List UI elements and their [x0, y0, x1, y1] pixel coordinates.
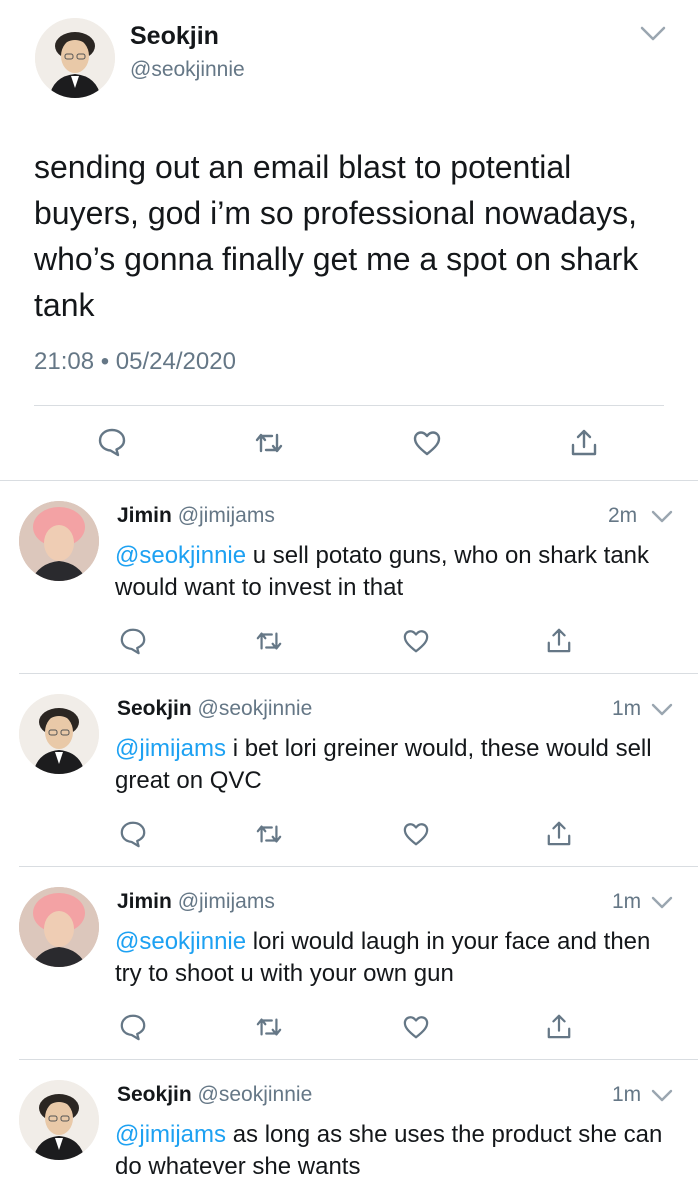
mention-link[interactable]: @seokjinnie [115, 928, 246, 955]
avatar[interactable] [35, 18, 115, 98]
display-name[interactable]: Jimin [117, 890, 172, 913]
reply-time: 2m [608, 504, 638, 527]
avatar[interactable] [19, 887, 99, 967]
reply-header: Seokjin @seokjinnie [117, 697, 312, 721]
tweet-text: sending out an email blast to potential … [34, 149, 639, 323]
handle[interactable]: @seokjinnie [198, 1083, 313, 1106]
reply-header: Jimin @jimijams [117, 890, 275, 914]
like-icon[interactable] [402, 1014, 430, 1040]
retweet-icon[interactable] [254, 429, 284, 457]
divider [34, 405, 664, 406]
like-icon[interactable] [402, 628, 430, 654]
display-name[interactable]: Seokjin [117, 697, 192, 720]
reply-icon[interactable] [119, 627, 147, 655]
display-name[interactable]: Jimin [117, 504, 172, 527]
divider [19, 866, 698, 867]
retweet-icon[interactable] [255, 628, 283, 654]
chevron-down-icon[interactable] [651, 1089, 673, 1103]
reply-time: 1m [612, 1083, 642, 1106]
share-icon[interactable] [570, 427, 598, 457]
retweet-icon[interactable] [255, 1014, 283, 1040]
chevron-down-icon[interactable] [640, 26, 666, 42]
tweet-timestamp: 21:08 • 05/24/2020 [34, 348, 236, 375]
reply-icon[interactable] [119, 1013, 147, 1041]
chevron-down-icon[interactable] [651, 896, 673, 910]
reply-header: Seokjin @seokjinnie [117, 1083, 312, 1107]
reply-header: Jimin @jimijams [117, 504, 275, 528]
share-icon[interactable] [546, 819, 572, 847]
reply-text: @jimijams i bet lori greiner would, thes… [115, 733, 680, 797]
like-icon[interactable] [402, 821, 430, 847]
divider [19, 673, 698, 674]
divider [0, 480, 698, 481]
mention-link[interactable]: @jimijams [115, 1121, 226, 1148]
share-icon[interactable] [546, 1012, 572, 1040]
handle[interactable]: @jimijams [178, 890, 275, 913]
handle[interactable]: @seokjinnie [198, 697, 313, 720]
reply-text: @seokjinnie lori would laugh in your fac… [115, 926, 680, 990]
avatar[interactable] [19, 1080, 99, 1160]
mention-link[interactable]: @jimijams [115, 735, 226, 762]
chevron-down-icon[interactable] [651, 510, 673, 524]
reply-icon[interactable] [119, 820, 147, 848]
reply-time: 1m [612, 697, 642, 720]
chevron-down-icon[interactable] [651, 703, 673, 717]
reply-text: @jimijams as long as she uses the produc… [115, 1119, 680, 1183]
display-name[interactable]: Seokjin [117, 1083, 192, 1106]
display-name[interactable]: Seokjin [130, 22, 219, 51]
reply-icon[interactable] [97, 427, 127, 457]
avatar[interactable] [19, 694, 99, 774]
handle[interactable]: @seokjinnie [130, 58, 245, 82]
share-icon[interactable] [546, 626, 572, 654]
mention-link[interactable]: @seokjinnie [115, 542, 246, 569]
reply-text: @seokjinnie u sell potato guns, who on s… [115, 540, 680, 604]
like-icon[interactable] [412, 429, 442, 457]
handle[interactable]: @jimijams [178, 504, 275, 527]
retweet-icon[interactable] [255, 821, 283, 847]
reply-time: 1m [612, 890, 642, 913]
divider [19, 1059, 698, 1060]
avatar[interactable] [19, 501, 99, 581]
